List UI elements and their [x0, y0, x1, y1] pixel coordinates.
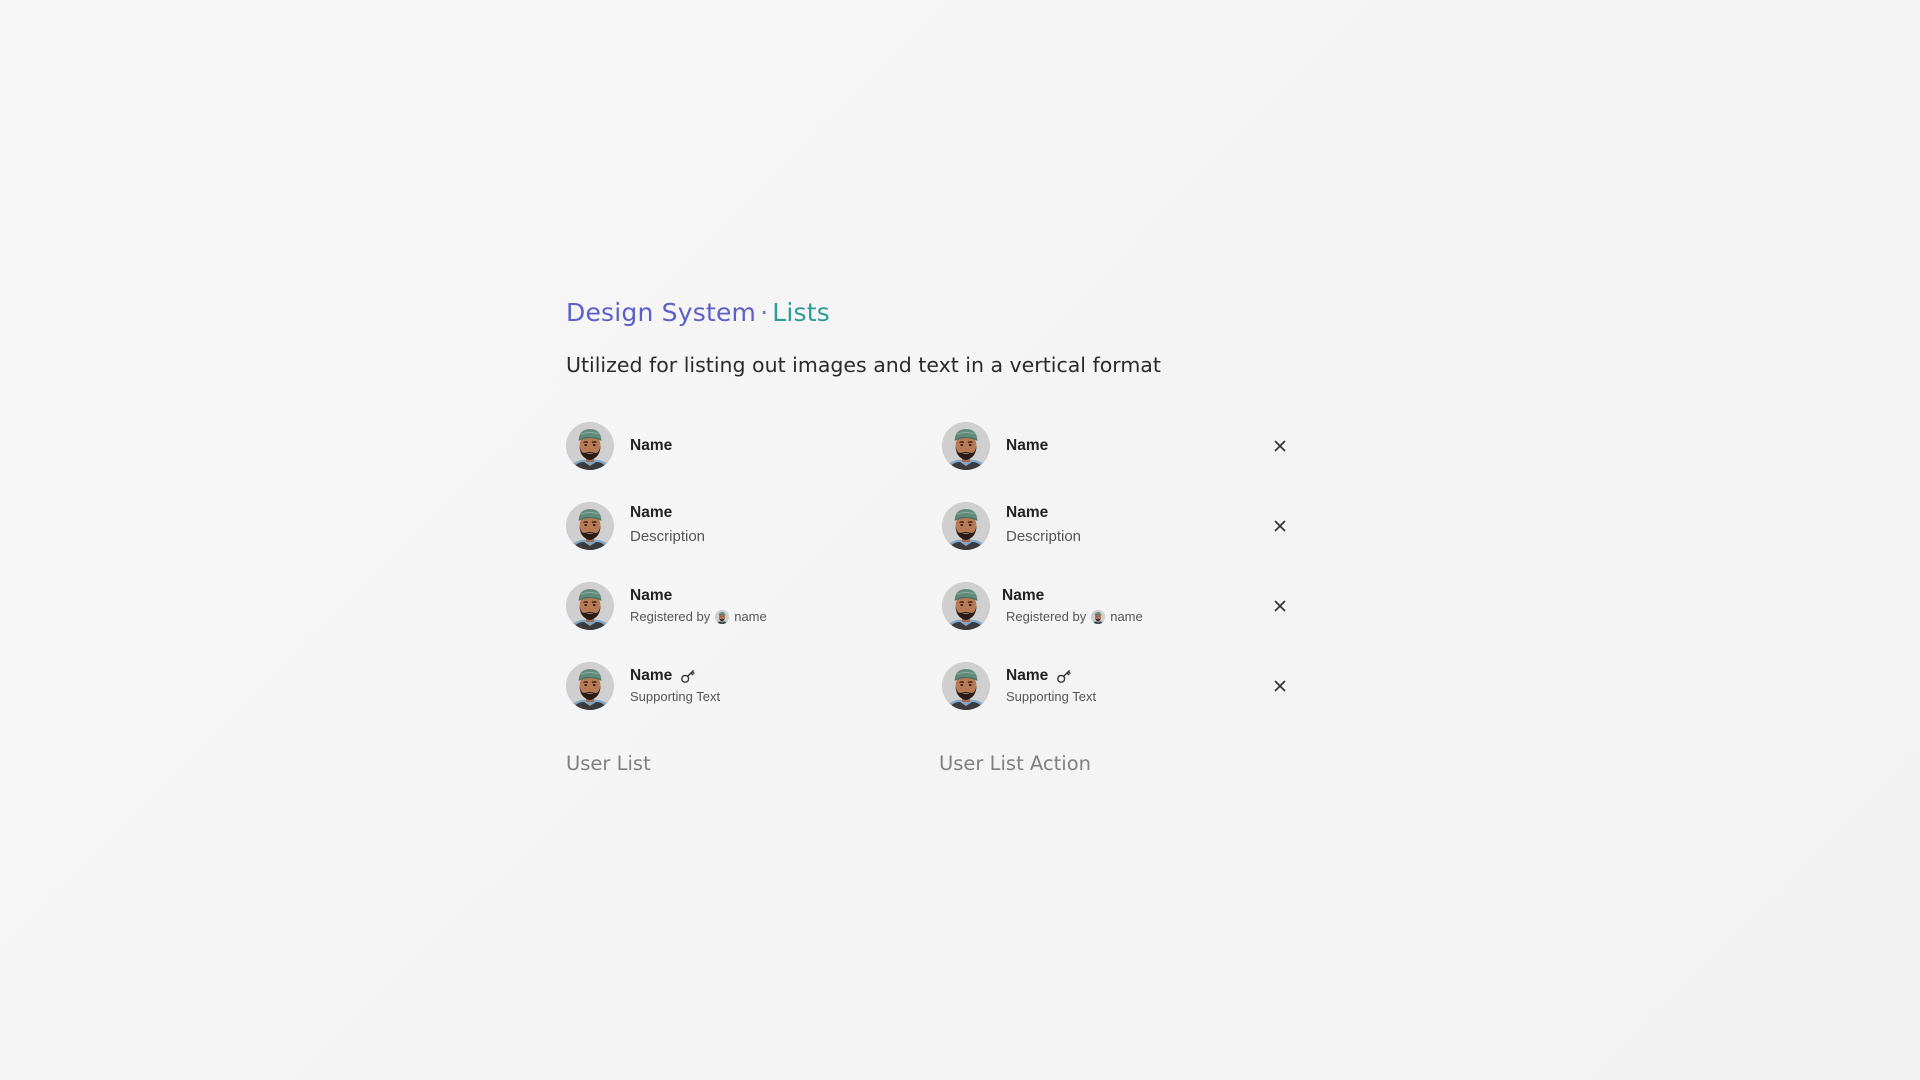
item-name: Name	[630, 504, 673, 521]
item-registered: Registered by name	[630, 608, 767, 626]
item-name: Name	[630, 437, 673, 454]
registered-name: name	[734, 609, 767, 624]
avatar	[942, 582, 990, 630]
list-item[interactable]: Name Registered by name	[942, 578, 1292, 658]
registrant-avatar	[1091, 610, 1106, 624]
item-name-row: Name	[1006, 666, 1096, 686]
item-name: Name	[630, 587, 673, 604]
item-supporting: Supporting Text	[630, 689, 721, 704]
close-icon	[1274, 600, 1286, 612]
title-design-system: Design System	[566, 298, 757, 327]
avatar	[942, 502, 990, 550]
avatar	[942, 422, 990, 470]
item-name: Name	[1006, 437, 1049, 454]
avatar	[566, 662, 614, 710]
list-item[interactable]: Name Supporting Text	[566, 658, 906, 738]
close-icon	[1274, 520, 1286, 532]
title-separator: ·	[760, 298, 769, 327]
item-name: Name	[630, 667, 673, 684]
registered-label: Registered by	[630, 609, 711, 624]
item-name: Name	[1002, 587, 1045, 604]
list-item[interactable]: Name Description	[942, 498, 1292, 578]
registered-label: Registered by	[1006, 609, 1087, 624]
avatar	[566, 502, 614, 550]
close-button[interactable]	[1268, 594, 1292, 618]
close-icon	[1274, 440, 1286, 452]
item-name: Name	[1006, 504, 1049, 521]
page-title: Design System · Lists	[566, 298, 830, 327]
avatar	[566, 582, 614, 630]
close-button[interactable]	[1268, 674, 1292, 698]
list-item[interactable]: Name	[942, 418, 1292, 498]
key-icon	[1056, 668, 1072, 684]
avatar	[942, 662, 990, 710]
list-item[interactable]: Name Description	[566, 498, 906, 578]
list-item[interactable]: Name Registered by name	[566, 578, 906, 658]
list-item[interactable]: Name Supporting Text	[942, 658, 1292, 738]
close-icon	[1274, 680, 1286, 692]
item-name: Name	[1006, 667, 1049, 684]
registered-name: name	[1110, 609, 1143, 624]
title-lists: Lists	[772, 298, 830, 327]
page-subtitle: Utilized for listing out images and text…	[566, 353, 1161, 377]
item-description: Description	[1006, 528, 1082, 545]
user-list: Name Name Description Name Registered by…	[566, 418, 906, 738]
close-button[interactable]	[1268, 514, 1292, 538]
caption-user-list-action: User List Action	[939, 752, 1092, 775]
close-button[interactable]	[1268, 434, 1292, 458]
user-list-action: Name Name Description Name Registered by…	[942, 418, 1292, 738]
key-icon	[680, 668, 696, 684]
list-item[interactable]: Name	[566, 418, 906, 498]
avatar	[566, 422, 614, 470]
item-description: Description	[630, 528, 706, 545]
registrant-avatar	[715, 610, 730, 624]
item-registered: Registered by name	[1006, 608, 1143, 626]
item-supporting: Supporting Text	[1006, 689, 1097, 704]
caption-user-list: User List	[566, 752, 651, 775]
item-name-row: Name	[630, 666, 720, 686]
